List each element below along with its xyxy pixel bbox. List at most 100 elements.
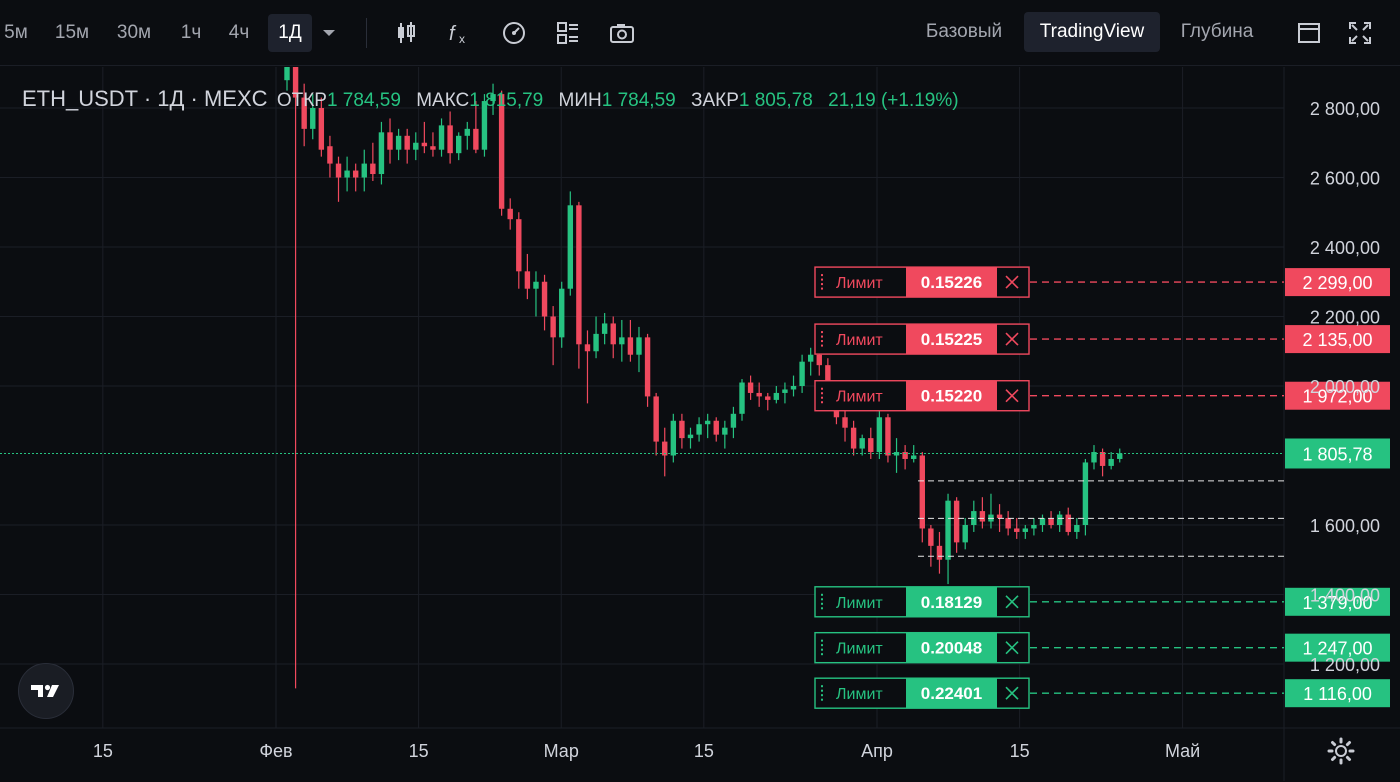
limit-order-sell[interactable]: Лимит 0.15225 2 135,00 <box>814 323 1390 355</box>
drag-handle-dot <box>821 602 823 605</box>
drag-handle-dot <box>821 387 823 390</box>
candle-body <box>473 128 479 150</box>
candle-down <box>1048 511 1054 529</box>
candle-down <box>1065 507 1071 536</box>
candle-up <box>1091 445 1097 470</box>
candle-body <box>1117 453 1123 459</box>
candle-body <box>670 420 677 456</box>
candle-down <box>370 142 376 181</box>
time-axis: 15 Фев 15 Мар 15 Апр 15 Май <box>93 741 1200 761</box>
price-tick-label: 2 000,00 <box>1310 377 1380 397</box>
symbol-title: ETH_USDT · 1Д · MEXC <box>22 86 268 111</box>
candle-body <box>567 205 574 289</box>
candle-up <box>567 191 574 296</box>
drag-handle-dot <box>821 593 823 596</box>
limit-order-sell[interactable]: Лимит 0.15226 2 299,00 <box>814 266 1390 298</box>
candle-body <box>799 361 805 386</box>
timeframe-1h[interactable]: 1ч <box>172 14 210 52</box>
candle-up <box>1056 511 1063 532</box>
candle-up <box>971 500 977 532</box>
candle-body <box>318 108 325 150</box>
fullscreen-icon[interactable] <box>1345 18 1375 48</box>
view-depth-tab[interactable]: Глубина <box>1168 12 1266 52</box>
price-tick-label: 2 200,00 <box>1310 308 1380 328</box>
candle-body <box>593 333 599 352</box>
candle-body <box>782 389 788 393</box>
timeframe-30m[interactable]: 30м <box>110 14 158 52</box>
settings-gear-icon[interactable] <box>1326 736 1356 766</box>
candle-body <box>1056 514 1063 525</box>
candle-body <box>953 500 960 543</box>
candle-up <box>361 149 367 192</box>
timeframe-4h[interactable]: 4ч <box>220 14 258 52</box>
candle-down <box>610 316 616 359</box>
candle-body <box>584 344 591 352</box>
svg-text:f: f <box>449 23 457 45</box>
drag-handle-dot <box>821 278 823 281</box>
candle-up <box>962 518 968 550</box>
view-tradingview-tab[interactable]: TradingView <box>1024 12 1160 52</box>
candle-body <box>919 455 925 529</box>
limit-order-buy[interactable]: Лимит 0.20048 1 247,00 <box>814 631 1390 664</box>
candle-body <box>644 337 651 397</box>
candle-body <box>859 438 865 449</box>
candle-down <box>653 392 659 456</box>
candle-body <box>284 67 290 81</box>
timeframe-1d[interactable]: 1Д <box>268 14 312 52</box>
view-basic-tab[interactable]: Базовый <box>912 12 1016 52</box>
close-label: ЗАКР <box>691 90 739 111</box>
candle-body <box>850 427 857 449</box>
indicators-fx-icon[interactable]: f x <box>446 18 476 48</box>
candle-down <box>550 306 556 366</box>
candle-body <box>559 288 565 338</box>
time-tick-label: 15 <box>1010 741 1030 761</box>
candle-down <box>387 118 393 164</box>
candle-up <box>378 121 385 185</box>
candle-up <box>533 271 539 317</box>
order-qty-value: 0.22401 <box>921 684 982 703</box>
candle-body <box>773 392 780 400</box>
candle-body <box>516 219 522 272</box>
order-type-label: Лимит <box>836 595 883 612</box>
timeframe-5m[interactable]: 5м <box>0 14 32 52</box>
candle-body <box>730 413 737 428</box>
candle-up <box>773 386 780 404</box>
candle-body <box>636 337 642 355</box>
candle-up <box>859 434 865 456</box>
speedometer-icon[interactable] <box>499 18 529 48</box>
candle-body <box>868 438 874 453</box>
candle-up <box>593 316 599 359</box>
limit-order-buy[interactable]: Лимит 0.22401 1 116,00 <box>814 677 1390 709</box>
price-tick-label: 1 400,00 <box>1310 586 1380 606</box>
price-chart[interactable]: Лимит 0.15226 2 299,00 Лимит 0.15225 2 135,00… <box>0 67 1400 782</box>
drag-handle-dot <box>821 287 823 290</box>
candle-down <box>541 274 548 331</box>
tradingview-logo[interactable] <box>18 663 74 719</box>
drag-handle-dot <box>821 274 823 277</box>
high-value: 1 815,79 <box>469 90 544 111</box>
chevron-down-icon[interactable] <box>314 18 344 48</box>
order-qty-value: 0.18129 <box>921 593 982 612</box>
candle-body <box>601 323 608 334</box>
limit-order-sell[interactable]: Лимит 0.15220 1 972,00 <box>814 380 1390 412</box>
candles-icon[interactable] <box>391 18 421 48</box>
dashed-levels <box>918 480 1284 557</box>
toolbar-divider <box>366 18 367 48</box>
candle-down <box>1005 511 1011 536</box>
candle-body <box>713 420 719 435</box>
candle-up <box>1031 518 1037 536</box>
candle-up <box>1082 458 1089 536</box>
camera-icon[interactable] <box>607 18 637 48</box>
layout-grid-icon[interactable] <box>553 18 583 48</box>
candle-body <box>816 354 822 366</box>
candle-up <box>670 413 677 463</box>
candle-body <box>876 417 883 453</box>
limit-order-buy[interactable]: Лимит 0.18129 1 379,00 <box>814 586 1390 618</box>
window-icon[interactable] <box>1294 18 1324 48</box>
candle-down <box>953 497 960 553</box>
drag-handle-dot <box>821 344 823 347</box>
candle-down <box>902 445 908 470</box>
current-price-label: 1 805,78 <box>1302 444 1372 464</box>
candle-body <box>430 146 436 150</box>
timeframe-15m[interactable]: 15м <box>48 14 96 52</box>
